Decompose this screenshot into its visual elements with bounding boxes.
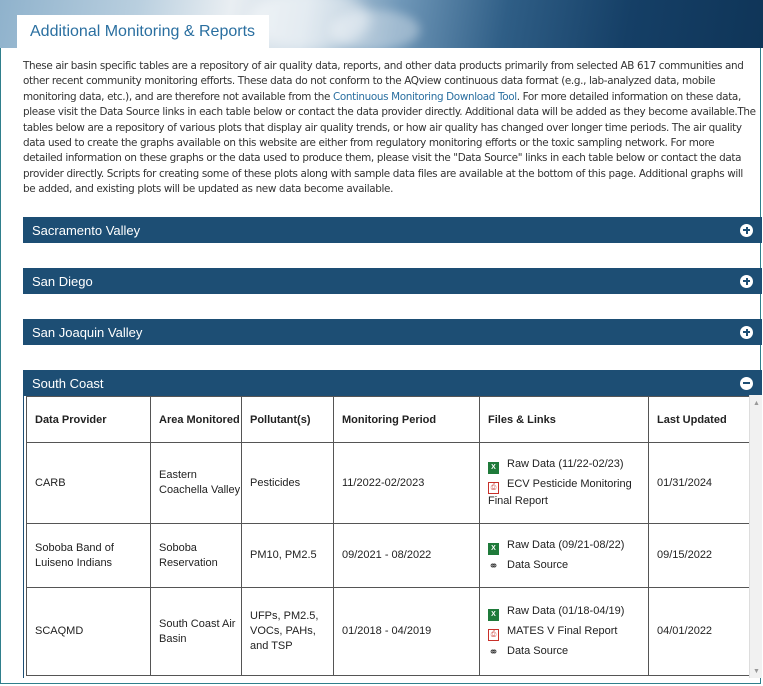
table-row: SCAQMD South Coast Air Basin UFPs, PM2.5…: [26, 587, 756, 676]
table-row: Soboba Band of Luiseno Indians Soboba Re…: [26, 523, 756, 588]
file-link-text[interactable]: Raw Data (09/21-08/22): [507, 539, 624, 551]
cell-pollutants: PM10, PM2.5: [241, 523, 334, 588]
column-header: Pollutant(s): [241, 396, 334, 443]
accordion-label: San Diego: [32, 273, 93, 289]
south-coast-table-container[interactable]: Data Provider Area Monitored Pollutant(s…: [23, 395, 762, 678]
cell-area: South Coast Air Basin: [150, 587, 242, 676]
accordion-label: South Coast: [32, 375, 104, 391]
cell-files: X Raw Data (01/18-04/19) ⎙ MATES V Final R…: [479, 587, 649, 676]
file-link[interactable]: X Raw Data (11/22-02/23): [488, 457, 648, 474]
cell-provider: Soboba Band of Luiseno Indians: [26, 523, 151, 588]
table-scrollbar[interactable]: ▲ ▼: [749, 395, 762, 678]
file-link-text[interactable]: Raw Data (01/18-04/19): [507, 605, 624, 617]
file-link-text[interactable]: Data Source: [507, 559, 568, 571]
column-header: Data Provider: [26, 396, 151, 443]
column-header: Last Updated: [648, 396, 756, 443]
file-link[interactable]: X Raw Data (01/18-04/19): [488, 604, 648, 621]
column-header: Monitoring Period: [333, 396, 480, 443]
file-link[interactable]: X Raw Data (09/21-08/22): [488, 538, 648, 555]
cell-files: X Raw Data (11/22-02/23) ⎙ ECV Pesticide M…: [479, 442, 649, 524]
page-title: Additional Monitoring & Reports: [30, 22, 256, 40]
cell-updated: 01/31/2024: [648, 442, 756, 524]
data-table: Data Provider Area Monitored Pollutant(s…: [26, 396, 756, 676]
file-link[interactable]: ⎙ MATES V Final Report: [488, 624, 648, 641]
table-row: CARB Eastern Coachella Valley Pesticides…: [26, 442, 756, 524]
file-link-text[interactable]: Raw Data (11/22-02/23): [507, 458, 624, 470]
cell-period: 11/2022-02/2023: [333, 442, 480, 524]
accordion-san-joaquin-valley[interactable]: San Joaquin Valley: [23, 319, 762, 345]
file-link-text[interactable]: MATES V Final Report: [507, 625, 617, 637]
file-link[interactable]: ⚭ Data Source: [488, 644, 648, 659]
file-link-text[interactable]: Data Source: [507, 645, 568, 657]
plus-circle-icon[interactable]: [740, 223, 753, 237]
file-link[interactable]: ⎙ ECV Pesticide Monitoring Final Report: [488, 477, 648, 509]
link-icon: ⚭: [488, 645, 499, 659]
banner-cloud: [330, 10, 420, 48]
header-banner: Additional Monitoring & Reports: [0, 0, 763, 48]
plus-circle-icon[interactable]: [740, 325, 753, 339]
file-link[interactable]: ⚭ Data Source: [488, 558, 648, 573]
scroll-down-arrow-icon[interactable]: ▼: [753, 668, 760, 675]
cell-files: X Raw Data (09/21-08/22) ⚭ Data Source: [479, 523, 649, 588]
download-tool-link[interactable]: Continuous Monitoring Download Tool: [333, 91, 517, 103]
page-title-box: Additional Monitoring & Reports: [17, 15, 270, 48]
plus-circle-icon[interactable]: [740, 274, 753, 288]
cell-updated: 04/01/2022: [648, 587, 756, 676]
pdf-icon: ⎙: [488, 629, 499, 641]
intro-paragraph: These air basin specific tables are a re…: [23, 59, 756, 198]
cell-updated: 09/15/2022: [648, 523, 756, 588]
file-link-text[interactable]: ECV Pesticide Monitoring Final Report: [488, 478, 632, 507]
column-header: Files & Links: [479, 396, 649, 443]
column-header: Area Monitored: [150, 396, 242, 443]
table-header-row: Data Provider Area Monitored Pollutant(s…: [26, 396, 756, 443]
excel-icon: X: [488, 462, 499, 474]
accordion-label: San Joaquin Valley: [32, 324, 143, 340]
cell-area: Soboba Reservation: [150, 523, 242, 588]
scroll-up-arrow-icon[interactable]: ▲: [753, 400, 760, 407]
cell-period: 01/2018 - 04/2019: [333, 587, 480, 676]
accordion-san-diego[interactable]: San Diego: [23, 268, 762, 294]
cell-area: Eastern Coachella Valley: [150, 442, 242, 524]
intro-text: . For more detailed information on these…: [23, 90, 756, 196]
accordion-sacramento-valley[interactable]: Sacramento Valley: [23, 217, 762, 243]
cell-provider: CARB: [26, 442, 151, 524]
cell-period: 09/2021 - 08/2022: [333, 523, 480, 588]
pdf-icon: ⎙: [488, 482, 499, 494]
accordion-south-coast[interactable]: South Coast: [23, 370, 762, 396]
cell-pollutants: UFPs, PM2.5, VOCs, PAHs, and TSP: [241, 587, 334, 676]
excel-icon: X: [488, 609, 499, 621]
cell-provider: SCAQMD: [26, 587, 151, 676]
accordion-label: Sacramento Valley: [32, 222, 141, 238]
minus-circle-icon[interactable]: [740, 376, 753, 390]
excel-icon: X: [488, 543, 499, 555]
link-icon: ⚭: [488, 559, 499, 573]
cell-pollutants: Pesticides: [241, 442, 334, 524]
